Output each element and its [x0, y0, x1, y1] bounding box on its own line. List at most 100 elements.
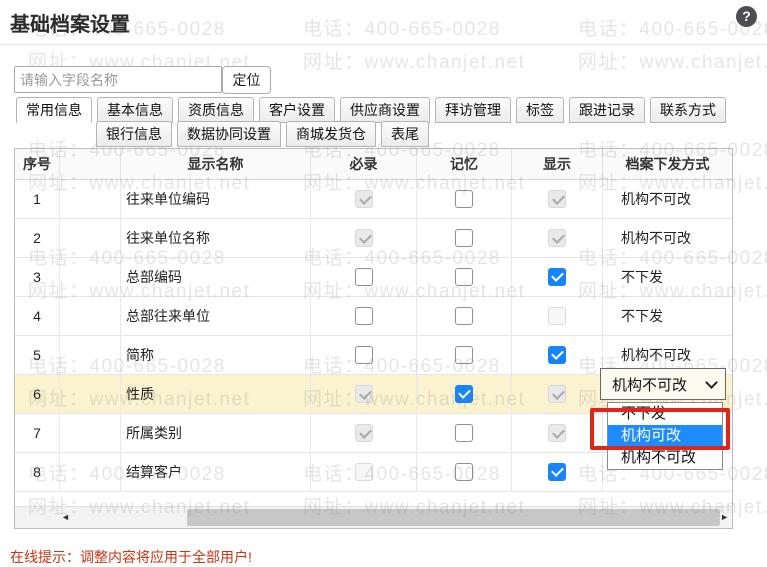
row-display-name: 结算客户	[121, 453, 311, 491]
search-input[interactable]	[14, 66, 222, 93]
tab-联系方式[interactable]: 联系方式	[650, 97, 726, 123]
table-header-row: 序号显示名称必录记忆显示档案下发方式	[15, 149, 732, 180]
required-checkbox[interactable]	[355, 346, 373, 364]
cell-required	[311, 453, 417, 491]
row-spacer-cell	[60, 375, 121, 413]
column-header	[60, 149, 121, 179]
row-dispatch-mode: 机构不可改	[603, 219, 732, 257]
display-checkbox[interactable]	[548, 463, 566, 481]
row-dispatch-mode: 不下发	[603, 297, 732, 335]
row-seq: 3	[15, 258, 60, 296]
settings-table-panel: 序号显示名称必录记忆显示档案下发方式 1往来单位编码机构不可改2往来单位名称机构…	[14, 148, 733, 529]
cell-required	[311, 414, 417, 452]
cell-display	[512, 180, 603, 218]
row-spacer-cell	[60, 219, 121, 257]
row-spacer-cell	[60, 180, 121, 218]
required-checkbox	[355, 463, 373, 481]
required-checkbox	[355, 385, 373, 403]
display-checkbox	[548, 229, 566, 247]
row-seq: 6	[15, 375, 60, 413]
row-display-name: 总部往来单位	[121, 297, 311, 335]
required-checkbox	[355, 229, 373, 247]
tab-银行信息[interactable]: 银行信息	[96, 121, 172, 147]
online-hint: 在线提示：调整内容将应用于全部用户!	[10, 547, 252, 567]
memory-checkbox[interactable]	[455, 268, 473, 286]
cell-display	[512, 219, 603, 257]
tab-常用信息[interactable]: 常用信息	[16, 97, 92, 123]
cell-required	[311, 219, 417, 257]
table-row: 3 总部编码 不下发	[15, 258, 732, 297]
table-row: 2 往来单位名称 机构不可改	[15, 219, 732, 258]
cell-memory	[417, 297, 512, 335]
column-header-档案下发方式: 档案下发方式	[603, 149, 732, 179]
required-checkbox[interactable]	[355, 268, 373, 286]
required-checkbox[interactable]	[355, 307, 373, 325]
display-checkbox[interactable]	[548, 268, 566, 286]
column-header-显示: 显示	[512, 149, 603, 179]
cell-required	[311, 258, 417, 296]
dropdown-option[interactable]: 机构不可改	[608, 447, 722, 469]
watermark-site-text: 网址：www.chanjet.net	[303, 47, 525, 74]
column-header-显示名称: 显示名称	[121, 149, 311, 179]
page-title: 基础档案设置	[10, 8, 130, 37]
tabs-row-2: 银行信息数据协同设置商城发货仓表尾	[96, 121, 434, 147]
dropdown-option[interactable]: 机构可改	[608, 425, 722, 447]
watermark-site-text: 网址：www.chanjet.net	[578, 47, 767, 74]
tab-跟进记录[interactable]: 跟进记录	[569, 97, 645, 123]
row-seq: 2	[15, 219, 60, 257]
tab-拜访管理[interactable]: 拜访管理	[435, 97, 511, 123]
row-display-name: 总部编码	[121, 258, 311, 296]
row-seq: 8	[15, 453, 60, 491]
row-spacer-cell	[60, 414, 121, 452]
scroll-right-icon[interactable]: ►	[720, 507, 729, 528]
cell-memory	[417, 180, 512, 218]
cell-display	[512, 297, 603, 335]
help-icon[interactable]: ?	[736, 6, 757, 27]
cell-display	[512, 336, 603, 374]
cell-memory	[417, 219, 512, 257]
tab-表尾[interactable]: 表尾	[381, 121, 429, 147]
display-checkbox	[548, 385, 566, 403]
horizontal-scrollbar[interactable]: ◄ ►	[15, 506, 732, 528]
cell-required	[311, 336, 417, 374]
scroll-left-icon[interactable]: ◄	[61, 507, 70, 528]
memory-checkbox[interactable]	[455, 424, 473, 442]
required-checkbox	[355, 424, 373, 442]
tab-供应商设置[interactable]: 供应商设置	[340, 97, 430, 123]
cell-memory	[417, 375, 512, 413]
row-seq: 7	[15, 414, 60, 452]
tab-客户设置[interactable]: 客户设置	[259, 97, 335, 123]
memory-checkbox[interactable]	[455, 307, 473, 325]
tab-数据协同设置[interactable]: 数据协同设置	[177, 121, 281, 147]
row-seq: 5	[15, 336, 60, 374]
row-seq: 4	[15, 297, 60, 335]
table-row: 4 总部往来单位 不下发	[15, 297, 732, 336]
display-checkbox	[548, 424, 566, 442]
display-checkbox	[548, 190, 566, 208]
scrollbar-thumb[interactable]	[187, 509, 720, 526]
memory-checkbox[interactable]	[455, 229, 473, 247]
watermark-phone-text: 电话：400-665-0028	[303, 14, 501, 41]
locate-button[interactable]: 定位	[222, 66, 271, 94]
memory-checkbox[interactable]	[455, 190, 473, 208]
cell-memory	[417, 453, 512, 491]
display-checkbox	[548, 307, 566, 325]
dropdown-option[interactable]: 不下发	[608, 403, 722, 425]
dispatch-select[interactable]: 机构不可改	[600, 368, 726, 400]
tab-资质信息[interactable]: 资质信息	[178, 97, 254, 123]
tab-基本信息[interactable]: 基本信息	[97, 97, 173, 123]
column-header-必录: 必录	[311, 149, 417, 179]
row-dispatch-mode: 不下发	[603, 258, 732, 296]
display-checkbox[interactable]	[548, 346, 566, 364]
tab-商城发货仓[interactable]: 商城发货仓	[286, 121, 376, 147]
cell-memory	[417, 258, 512, 296]
cell-memory	[417, 414, 512, 452]
row-display-name: 往来单位名称	[121, 219, 311, 257]
memory-checkbox[interactable]	[455, 385, 473, 403]
memory-checkbox[interactable]	[455, 346, 473, 364]
memory-checkbox[interactable]	[455, 463, 473, 481]
row-display-name: 简称	[121, 336, 311, 374]
tab-标签[interactable]: 标签	[516, 97, 564, 123]
cell-display	[512, 375, 603, 413]
chevron-down-icon	[705, 376, 718, 389]
